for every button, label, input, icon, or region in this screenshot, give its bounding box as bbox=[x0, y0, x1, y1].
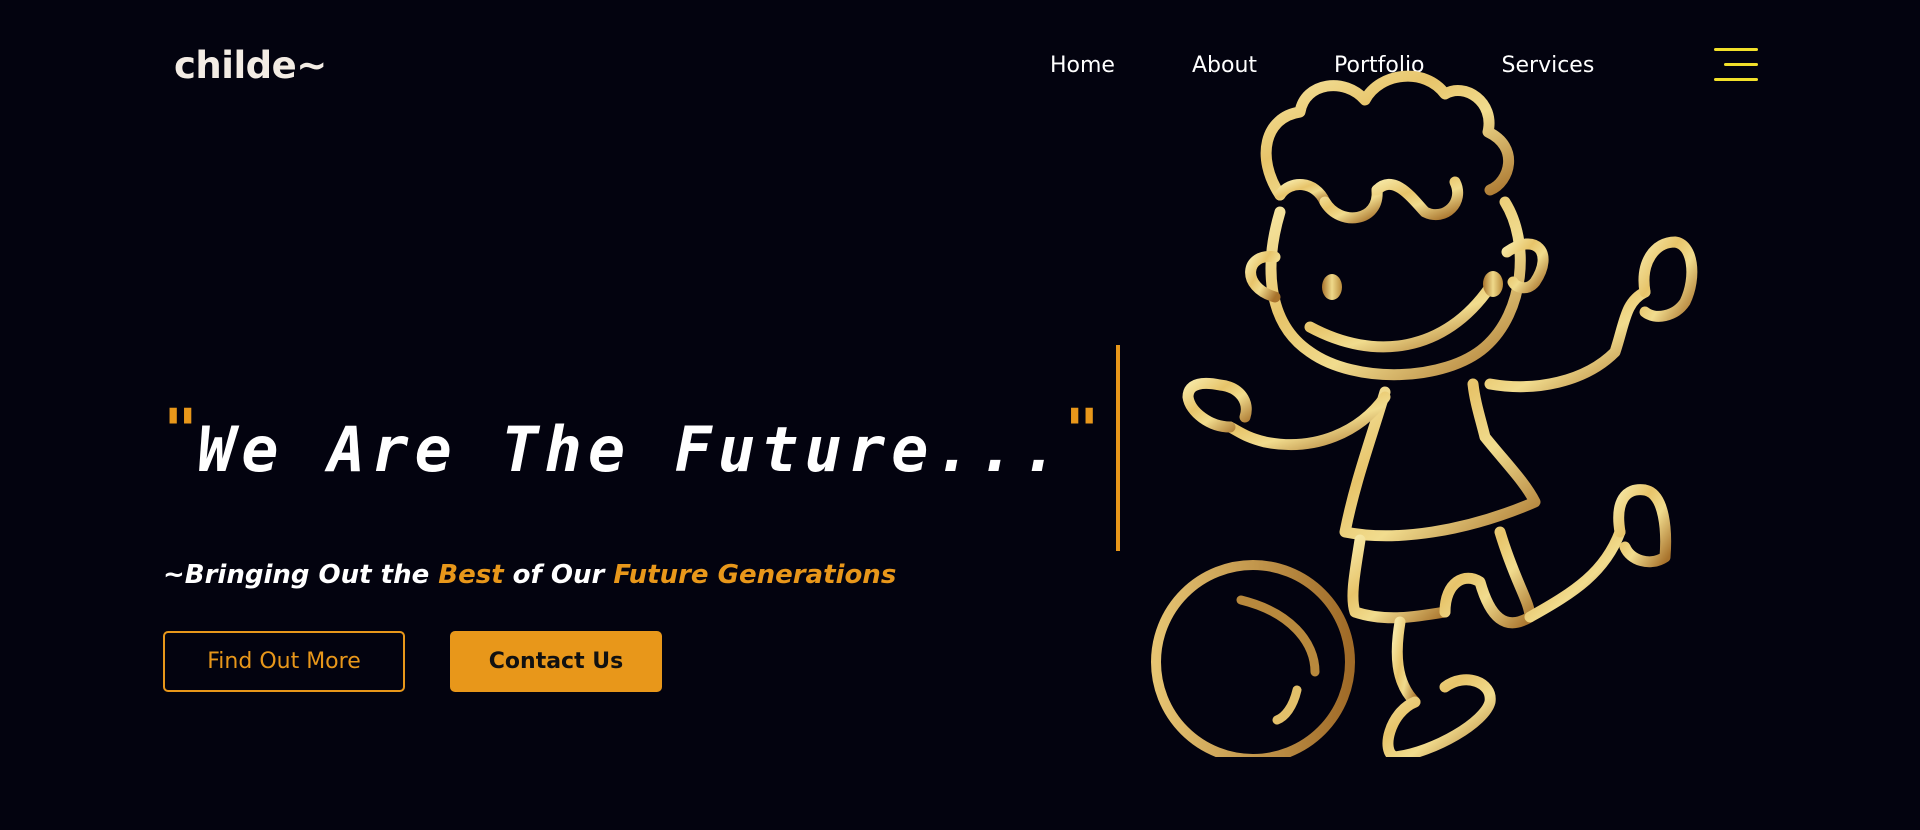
child-eye bbox=[1483, 271, 1503, 297]
tagline-accent: Best bbox=[438, 560, 504, 590]
logo[interactable]: childe~ bbox=[174, 42, 327, 90]
quote-open: " bbox=[163, 396, 198, 464]
hero-headline: " We Are The Future... " bbox=[163, 400, 1099, 500]
tagline-part: ~Bringing Out the bbox=[163, 560, 439, 590]
nav-item-home[interactable]: Home bbox=[1050, 50, 1115, 82]
tagline-part: of Our bbox=[503, 560, 614, 590]
find-out-more-button[interactable]: Find Out More bbox=[163, 631, 405, 692]
landing-page: childe~ Home About Portfolio Services " … bbox=[0, 0, 1920, 830]
contact-us-button[interactable]: Contact Us bbox=[450, 631, 662, 692]
child-eye bbox=[1322, 274, 1342, 300]
ball bbox=[1151, 560, 1355, 757]
hero-tagline: ~Bringing Out the Best of Our Future Gen… bbox=[163, 557, 896, 593]
menu-line bbox=[1714, 48, 1758, 51]
child-playing-ball-illustration-icon bbox=[1151, 70, 1698, 757]
tagline-accent: Future Generations bbox=[613, 560, 897, 590]
headline-text: We Are The Future... bbox=[197, 413, 1065, 486]
typing-cursor bbox=[1116, 345, 1120, 551]
quote-close: " bbox=[1064, 396, 1100, 464]
